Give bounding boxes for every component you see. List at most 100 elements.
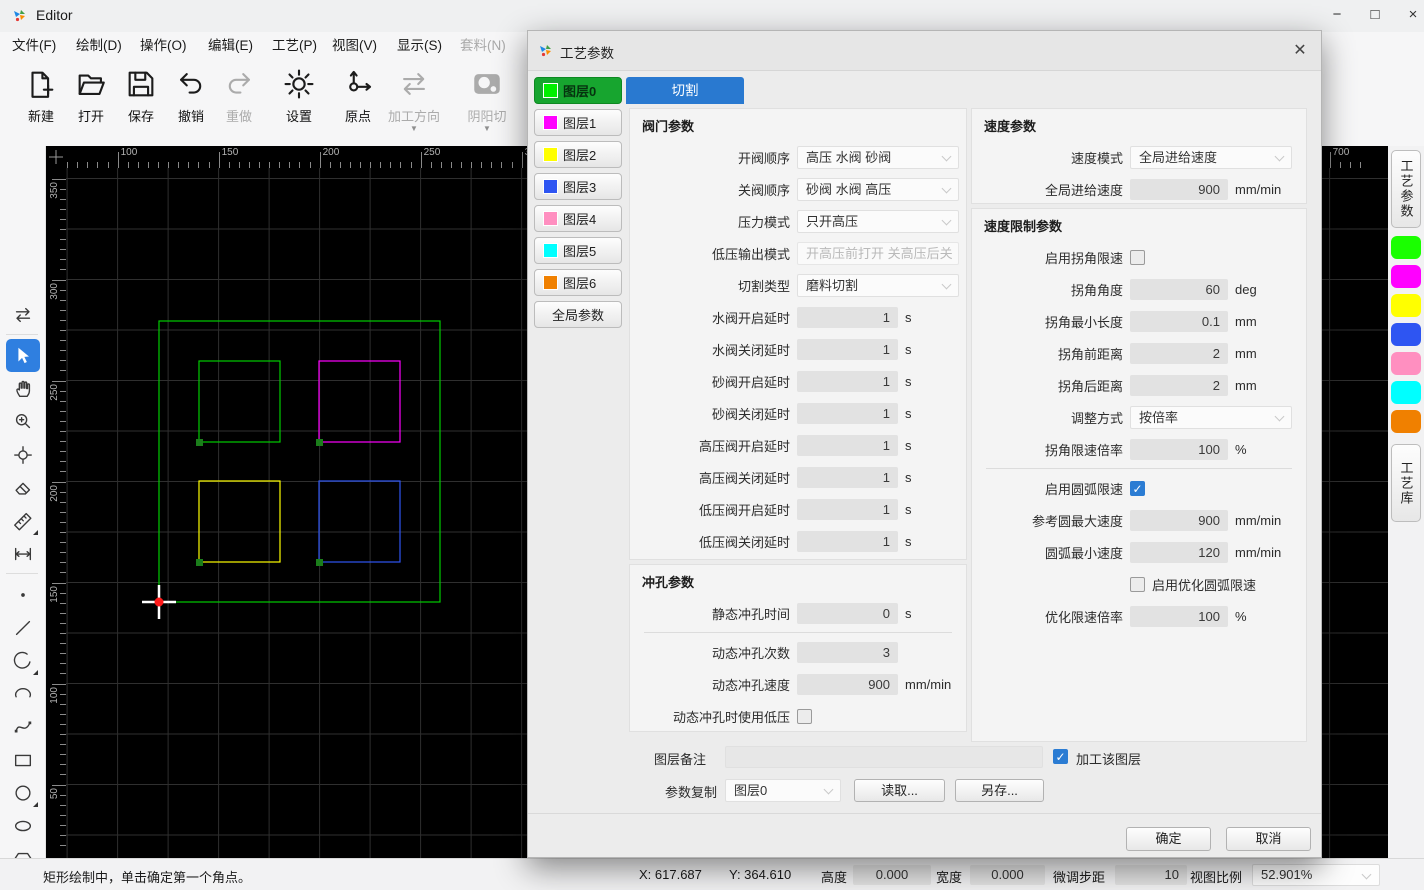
- checkbox[interactable]: [1130, 250, 1145, 265]
- layer-button-2[interactable]: 图层2: [534, 141, 622, 168]
- toolbar-yinyang-cut-button[interactable]: 阴阳切▼: [461, 64, 513, 132]
- field-input[interactable]: 900: [1130, 510, 1228, 531]
- toolbar-open-folder-button[interactable]: 打开: [66, 64, 116, 125]
- layer-button-7[interactable]: 全局参数: [534, 301, 622, 328]
- field-input[interactable]: 1: [797, 307, 898, 328]
- field-input-disabled[interactable]: 开高压前打开 关高压后关: [797, 242, 959, 265]
- toolbar-swap-arrows-button[interactable]: 加工方向▼: [384, 64, 444, 132]
- toolbar-undo-button[interactable]: 撤销: [166, 64, 216, 125]
- toolbar-new-file-button[interactable]: 新建: [16, 64, 66, 125]
- tool-ellipse[interactable]: [6, 809, 40, 842]
- field-select[interactable]: 全局进给速度: [1130, 146, 1292, 169]
- layer-color-swatch-2[interactable]: [1391, 294, 1421, 317]
- path-start-marker: [316, 439, 323, 446]
- tab-cut[interactable]: 切割: [626, 77, 744, 104]
- field-input[interactable]: 2: [1130, 343, 1228, 364]
- field-input[interactable]: 1: [797, 531, 898, 552]
- menu-item-5[interactable]: 工艺(P): [272, 35, 317, 57]
- tool-pan-hand[interactable]: [6, 372, 40, 405]
- layer-button-1[interactable]: 图层1: [534, 109, 622, 136]
- field-input[interactable]: 900: [797, 674, 898, 695]
- read-button[interactable]: 读取...: [854, 779, 945, 802]
- circle-icon: [12, 782, 34, 804]
- field-select[interactable]: 按倍率: [1130, 406, 1292, 429]
- layer-color-swatch-0[interactable]: [1391, 236, 1421, 259]
- process-layer-checkbox[interactable]: ✓: [1053, 749, 1068, 764]
- height-input[interactable]: 0.000: [853, 865, 931, 885]
- cancel-button[interactable]: 取消: [1226, 827, 1311, 851]
- layer-color-swatch-4[interactable]: [1391, 352, 1421, 375]
- menu-item-1[interactable]: 文件(F): [12, 35, 56, 57]
- step-input[interactable]: 10: [1115, 865, 1187, 885]
- field-input[interactable]: 1: [797, 339, 898, 360]
- tool-point[interactable]: [6, 578, 40, 611]
- tool-circle[interactable]: [6, 776, 40, 809]
- tool-line[interactable]: [6, 611, 40, 644]
- menu-item-7[interactable]: 显示(S): [397, 35, 442, 57]
- field-select[interactable]: 砂阀 水阀 高压: [797, 178, 959, 201]
- field-input[interactable]: 2: [1130, 375, 1228, 396]
- width-input[interactable]: 0.000: [970, 865, 1045, 885]
- field-input[interactable]: 0: [797, 603, 898, 624]
- field-input[interactable]: 100: [1130, 439, 1228, 460]
- field-input[interactable]: 100: [1130, 606, 1228, 627]
- field-input[interactable]: 1: [797, 371, 898, 392]
- layer-note-input[interactable]: [725, 746, 1043, 768]
- field-input[interactable]: 1: [797, 403, 898, 424]
- param-copy-select[interactable]: 图层0: [725, 779, 841, 802]
- toolbar-save-button[interactable]: 保存: [116, 64, 166, 125]
- dialog-close-icon[interactable]: ✕: [1287, 39, 1313, 63]
- layer-color-swatch-1[interactable]: [1391, 265, 1421, 288]
- field-label: 动态冲孔次数: [642, 643, 797, 662]
- field-input[interactable]: 3: [797, 642, 898, 663]
- tool-measure-distance[interactable]: [6, 537, 40, 570]
- field-select[interactable]: 磨料切割: [797, 274, 959, 297]
- tool-select-cursor[interactable]: [6, 339, 40, 372]
- tool-ruler[interactable]: [6, 504, 40, 537]
- layer-button-5[interactable]: 图层5: [534, 237, 622, 264]
- process-params-button[interactable]: 工艺参数: [1391, 150, 1421, 228]
- toolbar-redo-button[interactable]: 重做: [214, 64, 264, 125]
- field-input[interactable]: 120: [1130, 542, 1228, 563]
- ok-button[interactable]: 确定: [1126, 827, 1211, 851]
- field-input[interactable]: 60: [1130, 279, 1228, 300]
- field-select[interactable]: 只开高压: [797, 210, 959, 233]
- menu-item-4[interactable]: 编辑(E): [208, 35, 253, 57]
- layer-button-6[interactable]: 图层6: [534, 269, 622, 296]
- layer-color-swatch-5[interactable]: [1391, 381, 1421, 404]
- tool-center-view[interactable]: [6, 438, 40, 471]
- checkbox[interactable]: [797, 709, 812, 724]
- tool-rectangle[interactable]: [6, 743, 40, 776]
- menu-item-3[interactable]: 操作(O): [140, 35, 187, 57]
- menu-item-6[interactable]: 视图(V): [332, 35, 377, 57]
- field-input[interactable]: 900: [1130, 179, 1228, 200]
- tool-swap-arrows[interactable]: [6, 298, 40, 331]
- tool-zoom-magnifier[interactable]: [6, 405, 40, 438]
- field-input[interactable]: 1: [797, 435, 898, 456]
- checkbox[interactable]: [1130, 577, 1145, 592]
- checkbox[interactable]: ✓: [1130, 481, 1145, 496]
- toolbar-origin-button[interactable]: 原点: [333, 64, 383, 125]
- field-input[interactable]: 1: [797, 467, 898, 488]
- ruler-label: 100: [121, 147, 138, 158]
- field-select[interactable]: 高压 水阀 砂阀: [797, 146, 959, 169]
- tool-arc-2[interactable]: [6, 677, 40, 710]
- ruler-label: 250: [49, 384, 60, 401]
- zoom-select[interactable]: 52.901%: [1252, 864, 1380, 886]
- layer-color-swatch-3[interactable]: [1391, 323, 1421, 346]
- tool-arc[interactable]: [6, 644, 40, 677]
- toolbar-gear-button[interactable]: 设置: [274, 64, 324, 125]
- field-input[interactable]: 0.1: [1130, 311, 1228, 332]
- layer-button-3[interactable]: 图层3: [534, 173, 622, 200]
- field-input[interactable]: 1: [797, 499, 898, 520]
- layer-color-swatch-6[interactable]: [1391, 410, 1421, 433]
- process-library-button[interactable]: 工艺库: [1391, 444, 1421, 522]
- tool-eraser[interactable]: [6, 471, 40, 504]
- menu-item-2[interactable]: 绘制(D): [76, 35, 122, 57]
- tool-curve[interactable]: [6, 710, 40, 743]
- layer-button-4[interactable]: 图层4: [534, 205, 622, 232]
- close-button[interactable]: ×: [1390, 0, 1424, 30]
- menu-item-8[interactable]: 套料(N): [460, 35, 506, 57]
- save-as-button[interactable]: 另存...: [955, 779, 1044, 802]
- layer-button-0[interactable]: 图层0: [534, 77, 622, 104]
